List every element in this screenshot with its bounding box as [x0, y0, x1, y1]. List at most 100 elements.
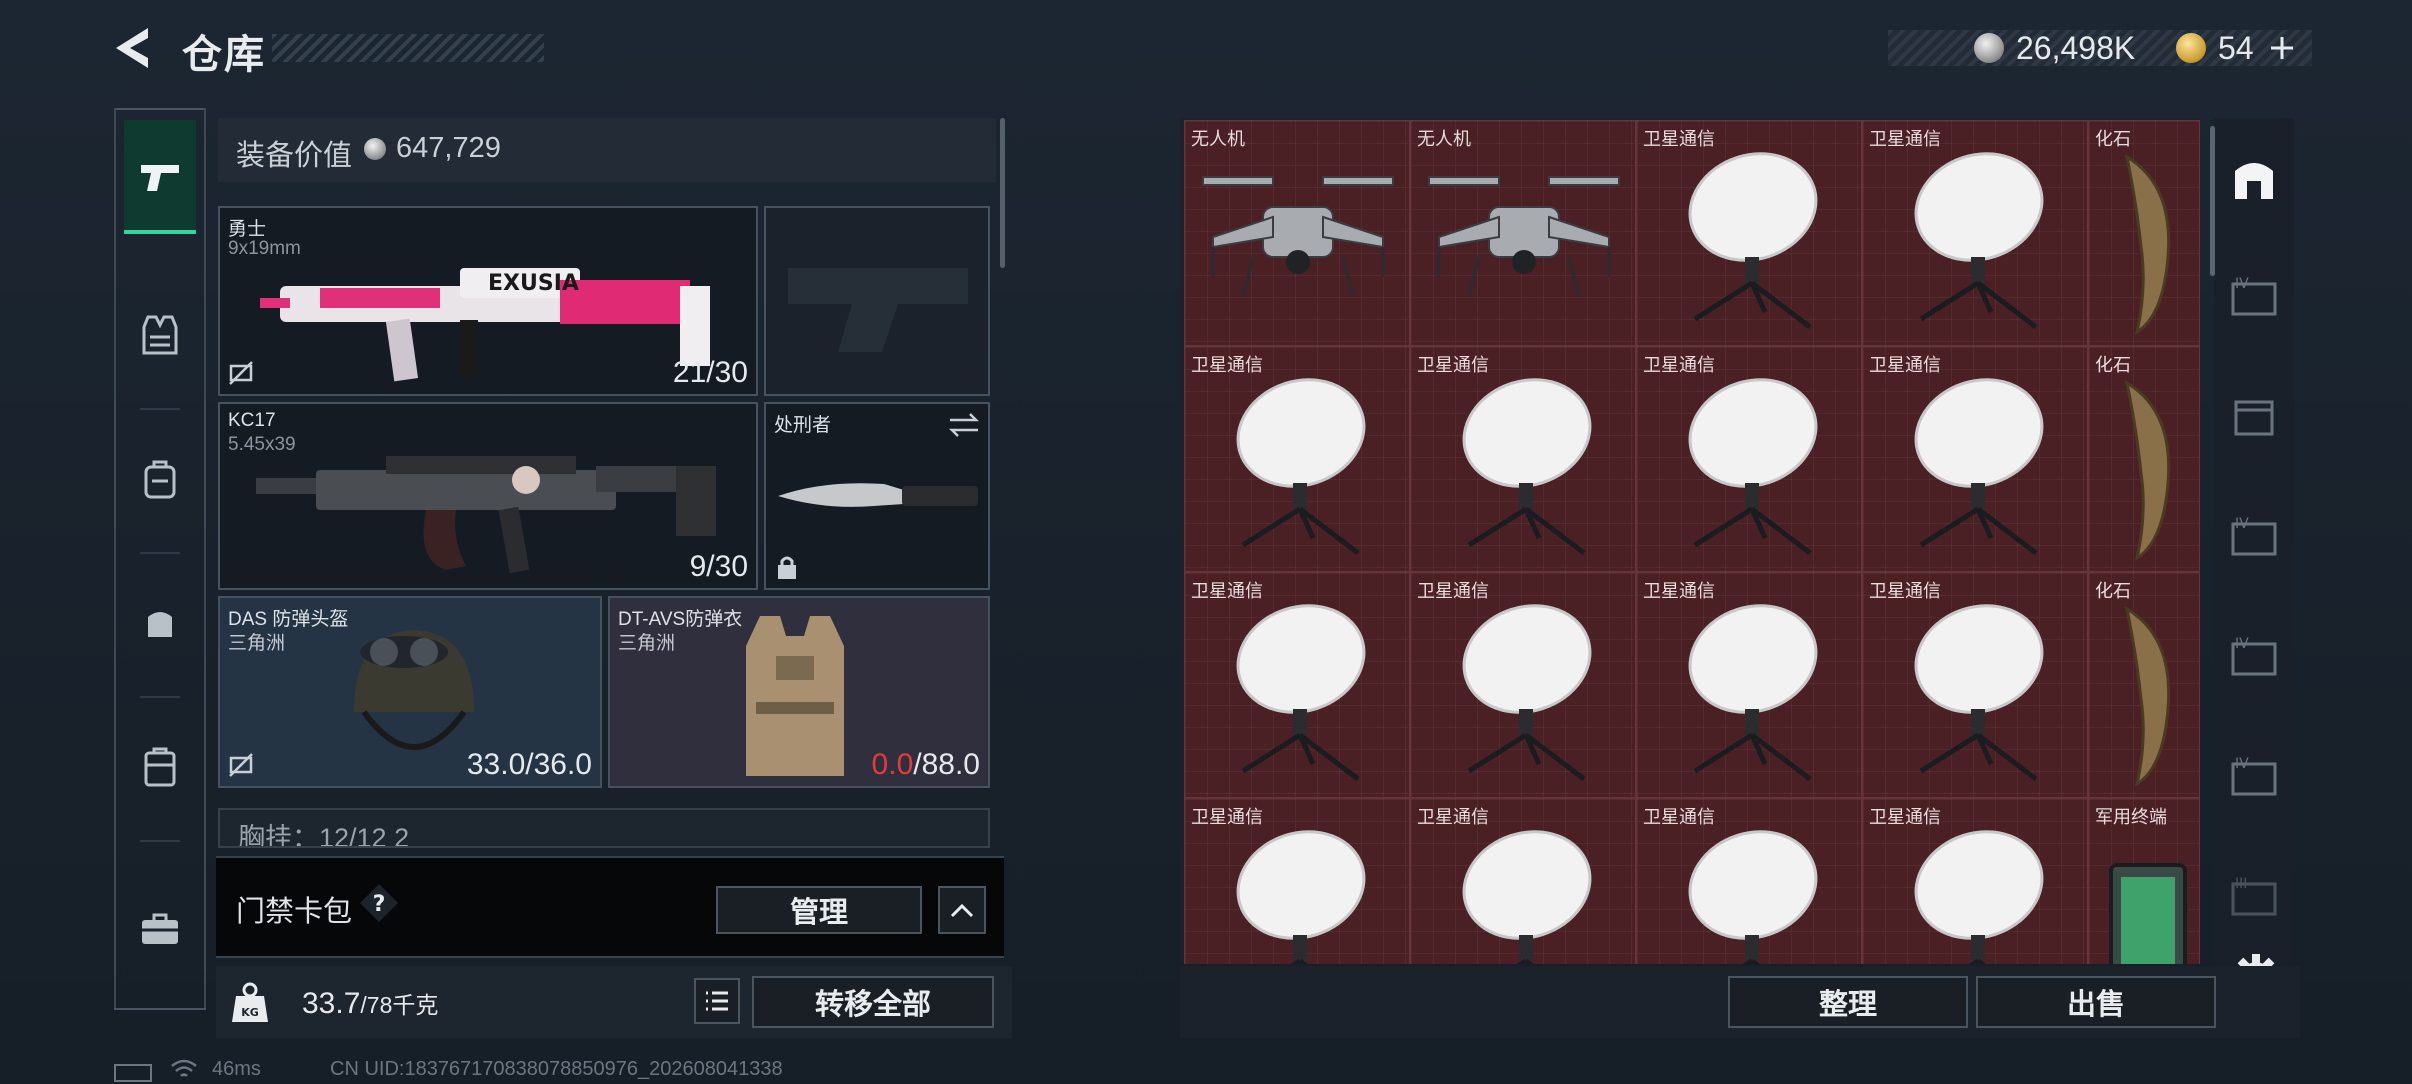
pistol-slot-empty[interactable]: [764, 206, 990, 396]
container-icon: [144, 747, 176, 787]
melee-slot[interactable]: 处刑者: [764, 402, 990, 590]
stash-item-cell[interactable]: 化石: [2088, 572, 2200, 798]
rail-tab-container-3[interactable]: III: [2224, 866, 2284, 926]
rail-tab-stash[interactable]: [2224, 148, 2284, 208]
satellite-dish-image: [1914, 604, 2044, 781]
back-arrow-icon[interactable]: [108, 22, 160, 74]
stash-item-cell[interactable]: 卫星通信: [1410, 798, 1636, 964]
rail-tab-bin[interactable]: [2224, 386, 2284, 446]
stash-item-cell[interactable]: 化石: [2088, 346, 2200, 572]
case-icon: [142, 913, 178, 944]
primary-weapon-slot[interactable]: 勇士 9x19mm EXUSIA 21/30: [218, 206, 758, 396]
stash-item-cell[interactable]: 无人机: [1410, 120, 1636, 346]
chest-rig-label: 胸挂：12/12 2: [238, 823, 410, 848]
stash-item-cell[interactable]: 军用终端: [2088, 798, 2200, 964]
collapse-button[interactable]: [938, 886, 986, 934]
stash-item-cell[interactable]: 卫星通信: [1636, 572, 1862, 798]
armor-vest-image: [746, 616, 844, 776]
satellite-dish-image: [1914, 830, 2044, 964]
svg-text:IV: IV: [2235, 276, 2249, 292]
helmet-durability: 33.0/36.0: [466, 748, 592, 781]
satellite-dish-image: [1914, 378, 2044, 555]
container-tier-icon: IV: [2231, 516, 2277, 556]
list-icon: [706, 991, 728, 1011]
rail-tab-backpack[interactable]: [124, 424, 196, 534]
stash-scrollbar[interactable]: [2210, 126, 2215, 276]
rail-tab-pouch[interactable]: [124, 568, 196, 678]
drone-image: [1202, 176, 1394, 298]
rail-separator: [140, 696, 180, 698]
backpack-icon: [144, 460, 176, 499]
manage-button[interactable]: 管理: [716, 886, 922, 934]
rail-separator: [140, 552, 180, 554]
stash-item-cell[interactable]: 卫星通信: [1410, 572, 1636, 798]
stash-item-cell[interactable]: 卫星通信: [1184, 798, 1410, 964]
rail-tab-container[interactable]: [124, 712, 196, 822]
pistol-silhouette-icon: [788, 268, 968, 352]
secondary-weapon-slot[interactable]: KC17 5.45x39 9/30: [218, 402, 758, 590]
stash-item-cell[interactable]: 无人机: [1184, 120, 1410, 346]
transfer-all-button[interactable]: 转移全部: [752, 976, 994, 1028]
svg-text:IV: IV: [2235, 756, 2249, 772]
weapon-ammo-count: 9/30: [689, 550, 748, 583]
satellite-dish-image: [1462, 378, 1592, 555]
rail-tab-container-4[interactable]: IV: [2224, 266, 2284, 326]
stash-item-cell[interactable]: 卫星通信: [1862, 120, 2088, 346]
list-view-button[interactable]: [694, 978, 740, 1024]
equipment-value-bar: 装备价值 647,729: [218, 118, 996, 182]
sort-button[interactable]: 整理: [1728, 976, 1968, 1028]
help-icon[interactable]: ?: [358, 882, 400, 924]
chevron-up-icon: [950, 903, 974, 918]
sell-button[interactable]: 出售: [1976, 976, 2216, 1028]
gold-currency-amount: 54: [2218, 30, 2254, 66]
stash-item-cell[interactable]: 卫星通信: [1184, 346, 1410, 572]
fossil-claw-image: [2124, 379, 2171, 562]
stash-item-cell[interactable]: 卫星通信: [1862, 798, 2088, 964]
stash-item-cell[interactable]: 化石: [2088, 120, 2200, 346]
rail-left-border: [114, 108, 116, 1008]
stash-item-cell[interactable]: 卫星通信: [1636, 120, 1862, 346]
rail-tab-container-4c[interactable]: IV: [2224, 626, 2284, 686]
armor-origin: 三角洲: [618, 633, 676, 654]
rail-tab-container-4b[interactable]: IV: [2224, 506, 2284, 566]
armor-slot[interactable]: DT-AVS防弹衣 三角洲 0.0/88.0: [608, 596, 990, 788]
lock-icon: [778, 556, 796, 579]
stash-item-cell[interactable]: 卫星通信: [1862, 346, 2088, 572]
melee-name: 处刑者: [774, 415, 832, 436]
rail-tab-container-4d[interactable]: IV: [2224, 746, 2284, 806]
weight-kg-icon: KG: [232, 982, 268, 1022]
container-tier-icon: IV: [2231, 636, 2277, 676]
silver-coin-icon: [364, 138, 386, 160]
equipment-scrollbar[interactable]: [1000, 118, 1005, 268]
stash-item-cell[interactable]: 卫星通信: [1636, 346, 1862, 572]
add-currency-icon[interactable]: [2268, 34, 2296, 62]
rail-separator: [140, 840, 180, 842]
satellite-dish-image: [1688, 830, 1818, 964]
equipment-value-label: 装备价值: [236, 140, 353, 172]
rail-tab-vest[interactable]: [124, 280, 196, 390]
silver-coin-icon: [1974, 33, 2004, 63]
satellite-dish-image: [1688, 604, 1818, 781]
stash-item-cell[interactable]: 卫星通信: [1636, 798, 1862, 964]
swap-icon[interactable]: [948, 412, 980, 438]
rail-separator: [140, 408, 180, 410]
stash-item-cell[interactable]: 卫星通信: [1410, 346, 1636, 572]
stash-icon: [2235, 163, 2273, 199]
armor-durability: 0.0/88.0: [871, 748, 980, 781]
chest-rig-row[interactable]: 胸挂：12/12 2: [218, 808, 990, 848]
satellite-dish-image: [1688, 378, 1818, 555]
satellite-dish-image: [1236, 604, 1366, 781]
container-tier-icon: IV: [2231, 276, 2277, 316]
rifle-weapon-image: [256, 456, 716, 574]
equipment-value-amount: 647,729: [396, 132, 501, 164]
satellite-dish-image: [1688, 152, 1818, 329]
rail-right-border: [204, 108, 206, 1008]
rail-tab-case[interactable]: [124, 874, 196, 984]
uid-text: CN UID:183767170838078850976_20260804133…: [330, 1058, 783, 1080]
stash-item-cell[interactable]: 卫星通信: [1862, 572, 2088, 798]
rail-tab-firearms[interactable]: [124, 120, 196, 234]
helmet-slot[interactable]: DAS 防弹头盔 三角洲 33.0/36.0: [218, 596, 602, 788]
keycard-label: 门禁卡包: [236, 896, 353, 928]
satellite-dish-image: [1914, 152, 2044, 329]
stash-item-cell[interactable]: 卫星通信: [1184, 572, 1410, 798]
